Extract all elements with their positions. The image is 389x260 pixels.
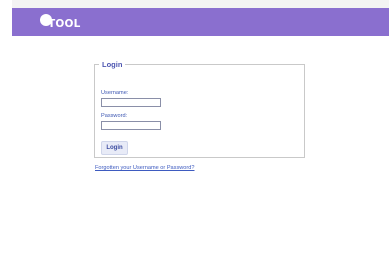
top-strip <box>12 0 389 8</box>
password-label: Password: <box>101 113 128 119</box>
username-label: Username: <box>101 90 129 96</box>
password-input[interactable] <box>101 121 161 130</box>
left-margin <box>0 0 12 260</box>
login-button[interactable]: Login <box>101 141 128 155</box>
forgot-credentials-link[interactable]: Forgotten your Username or Password? <box>95 165 195 171</box>
logo: TOOL <box>40 12 100 36</box>
login-fieldset: Login Username: Password: Login <box>94 60 305 158</box>
logo-text: TOOL <box>48 18 81 30</box>
username-input[interactable] <box>101 98 161 107</box>
login-legend: Login <box>102 60 123 69</box>
